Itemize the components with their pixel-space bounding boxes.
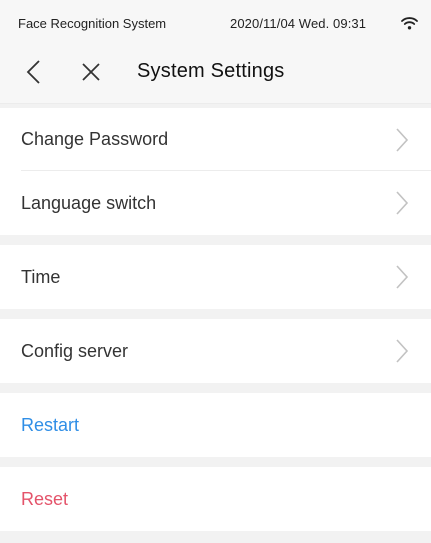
status-datetime: 2020/11/04 Wed. 09:31 — [230, 16, 367, 31]
navigation-bar: System Settings — [0, 40, 431, 104]
status-app-name: Face Recognition System — [18, 16, 167, 31]
chevron-right-icon — [396, 128, 409, 152]
chevron-right-icon — [396, 265, 409, 289]
chevron-right-icon — [396, 339, 409, 363]
menu-item-config-server[interactable]: Config server — [0, 319, 431, 383]
chevron-right-icon — [396, 191, 409, 215]
menu-item-label: Config server — [21, 341, 129, 361]
menu-item-change-password[interactable]: Change Password — [0, 108, 431, 171]
menu-item-label: Language switch — [21, 193, 157, 213]
system-settings-screen: Face Recognition System 2020/11/04 Wed. … — [0, 0, 431, 543]
menu-item-label: Change Password — [21, 129, 169, 149]
close-icon[interactable] — [80, 61, 102, 83]
wifi-icon — [401, 17, 418, 30]
menu-item-language-switch[interactable]: Language switch — [0, 171, 431, 235]
restart-label: Restart — [21, 415, 80, 435]
page-title: System Settings — [137, 60, 285, 82]
menu-item-time[interactable]: Time — [0, 245, 431, 309]
status-bar: Face Recognition System 2020/11/04 Wed. … — [0, 0, 431, 40]
reset-button[interactable]: Reset — [0, 467, 431, 531]
chevron-left-icon[interactable] — [24, 58, 44, 86]
reset-label: Reset — [21, 489, 69, 509]
menu-item-label: Time — [21, 267, 61, 287]
restart-button[interactable]: Restart — [0, 393, 431, 457]
